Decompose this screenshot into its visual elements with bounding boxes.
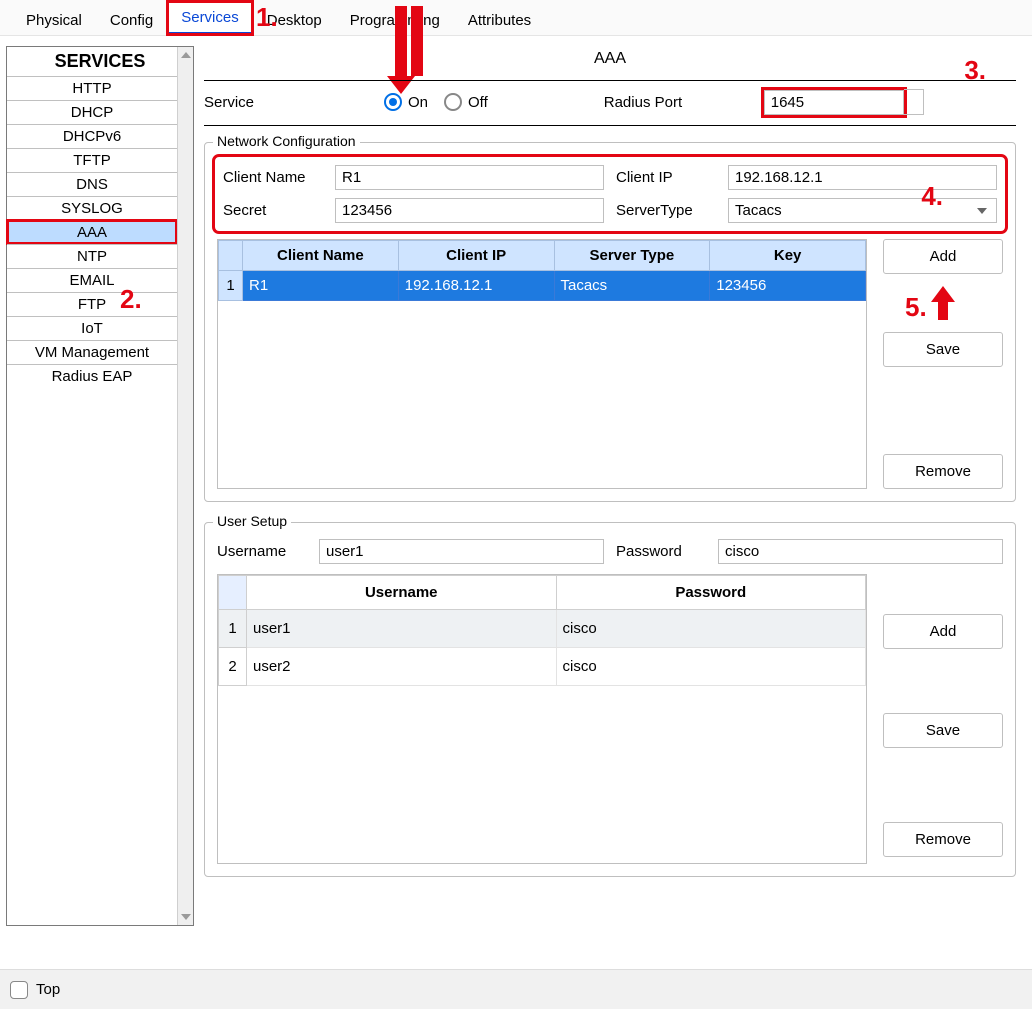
col-client-name[interactable]: Client Name <box>243 241 399 271</box>
table-row[interactable]: 1 R1 192.168.12.1 Tacacs 123456 <box>219 271 866 301</box>
sidebar-item-dns[interactable]: DNS <box>7 172 177 196</box>
row-number: 1 <box>219 610 247 648</box>
user-setup-legend: User Setup <box>213 513 291 529</box>
sidebar-item-dhcp[interactable]: DHCP <box>7 100 177 124</box>
top-checkbox[interactable] <box>10 981 28 999</box>
table-row[interactable]: 2 user2 cisco <box>219 648 866 686</box>
scroll-up-icon[interactable] <box>181 52 191 58</box>
tab-physical[interactable]: Physical <box>12 4 96 35</box>
cell-key: 123456 <box>710 271 866 301</box>
client-name-input[interactable] <box>335 165 604 190</box>
server-type-select[interactable]: Tacacs <box>728 198 997 223</box>
col-password[interactable]: Password <box>556 576 866 610</box>
tab-services[interactable]: Services <box>167 1 253 35</box>
secret-label: Secret <box>223 202 323 219</box>
user-remove-button[interactable]: Remove <box>883 822 1003 857</box>
cell-username: user2 <box>247 648 557 686</box>
users-table[interactable]: Username Password 1 user1 cisco 2 user2 … <box>217 574 867 864</box>
col-username[interactable]: Username <box>247 576 557 610</box>
tab-attributes[interactable]: Attributes <box>454 4 545 35</box>
row-number: 2 <box>219 648 247 686</box>
radio-on-icon <box>384 93 402 111</box>
divider <box>204 80 1016 81</box>
username-label: Username <box>217 543 307 560</box>
username-input[interactable] <box>319 539 604 564</box>
radio-off-icon <box>444 93 462 111</box>
user-save-button[interactable]: Save <box>883 713 1003 748</box>
service-on-radio[interactable]: On <box>384 93 428 111</box>
cell-client-name: R1 <box>243 271 399 301</box>
scroll-down-icon[interactable] <box>181 914 191 920</box>
network-save-button[interactable]: Save <box>883 332 1003 367</box>
client-ip-input[interactable] <box>728 165 997 190</box>
password-input[interactable] <box>718 539 1003 564</box>
sidebar-item-radius-eap[interactable]: Radius EAP <box>7 364 177 388</box>
client-ip-label: Client IP <box>616 169 716 186</box>
annotation-arrow-add: 5. <box>883 286 1003 320</box>
sidebar-header: SERVICES <box>7 47 193 76</box>
network-clients-table[interactable]: Client Name Client IP Server Type Key 1 … <box>217 239 867 489</box>
cell-client-ip: 192.168.12.1 <box>398 271 554 301</box>
client-name-label: Client Name <box>223 169 323 186</box>
user-add-button[interactable]: Add <box>883 614 1003 649</box>
divider-2 <box>204 125 1016 126</box>
service-label: Service <box>204 94 384 111</box>
sidebar-item-email[interactable]: EMAIL <box>7 268 177 292</box>
service-on-label: On <box>408 94 428 111</box>
cell-server-type: Tacacs <box>554 271 710 301</box>
page-title: AAA <box>204 50 1016 68</box>
table-row[interactable]: 1 user1 cisco <box>219 610 866 648</box>
tab-config[interactable]: Config <box>96 4 167 35</box>
radius-port-input[interactable] <box>764 90 904 115</box>
sidebar-item-tftp[interactable]: TFTP <box>7 148 177 172</box>
top-tabs: Physical Config Services Desktop Program… <box>0 0 1032 36</box>
sidebar-item-dhcpv6[interactable]: DHCPv6 <box>7 124 177 148</box>
server-type-label: ServerType <box>616 202 716 219</box>
sidebar-item-http[interactable]: HTTP <box>7 76 177 100</box>
sidebar-item-iot[interactable]: IoT <box>7 316 177 340</box>
sidebar-item-syslog[interactable]: SYSLOG <box>7 196 177 220</box>
sidebar-item-aaa[interactable]: AAA <box>7 220 177 244</box>
row-number: 1 <box>219 271 243 301</box>
cell-username: user1 <box>247 610 557 648</box>
top-checkbox-label: Top <box>36 981 60 998</box>
network-configuration-group: Network Configuration Client Name Client… <box>204 142 1016 502</box>
cell-password: cisco <box>556 648 866 686</box>
services-sidebar: SERVICES HTTP DHCP DHCPv6 TFTP DNS SYSLO… <box>6 46 194 926</box>
radius-port-label: Radius Port <box>604 94 764 111</box>
user-setup-group: User Setup Username Password Username Pa… <box>204 522 1016 877</box>
col-key[interactable]: Key <box>710 241 866 271</box>
tab-programming[interactable]: Programming <box>336 4 454 35</box>
col-client-ip[interactable]: Client IP <box>398 241 554 271</box>
sidebar-item-ntp[interactable]: NTP <box>7 244 177 268</box>
sidebar-scrollbar[interactable] <box>177 47 193 925</box>
col-server-type[interactable]: Server Type <box>554 241 710 271</box>
tab-desktop[interactable]: Desktop <box>253 4 336 35</box>
table-header-row: Client Name Client IP Server Type Key <box>219 241 866 271</box>
network-add-button[interactable]: Add <box>883 239 1003 274</box>
password-label: Password <box>616 543 706 560</box>
radius-port-trailing-box <box>904 89 924 115</box>
network-configuration-legend: Network Configuration <box>213 133 360 149</box>
network-remove-button[interactable]: Remove <box>883 454 1003 489</box>
bottom-bar: Top <box>0 969 1032 1009</box>
service-off-radio[interactable]: Off <box>444 93 488 111</box>
sidebar-item-vm[interactable]: VM Management <box>7 340 177 364</box>
sidebar-item-ftp[interactable]: FTP <box>7 292 177 316</box>
cell-password: cisco <box>556 610 866 648</box>
table-header-row: Username Password <box>219 576 866 610</box>
secret-input[interactable] <box>335 198 604 223</box>
service-off-label: Off <box>468 94 488 111</box>
